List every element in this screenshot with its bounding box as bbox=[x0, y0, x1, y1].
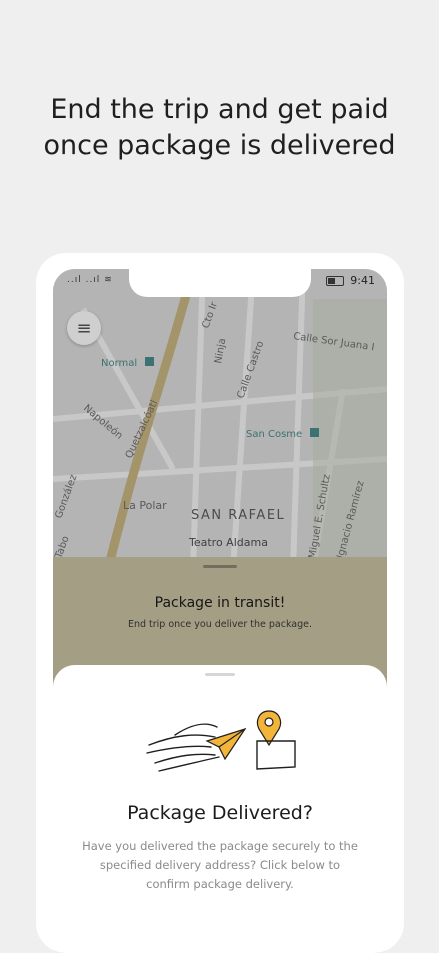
status-right: 9:41 bbox=[326, 274, 375, 287]
sheet-title: Package Delivered? bbox=[127, 802, 313, 824]
sheet-drag-handle[interactable] bbox=[205, 673, 235, 676]
signal-icon: ..ıl ..ıl bbox=[67, 275, 101, 285]
hamburger-icon: ≡ bbox=[76, 317, 92, 339]
phone-screen: ..ıl ..ıl ≋ 9:41 Normal San Cosme La Pol… bbox=[53, 269, 387, 953]
map-view[interactable]: Normal San Cosme La Polar SAN RAFAEL Tea… bbox=[53, 269, 387, 569]
transit-subtitle: End trip once you deliver the package. bbox=[127, 619, 313, 630]
map-canvas[interactable]: Normal San Cosme La Polar SAN RAFAEL Tea… bbox=[53, 269, 387, 569]
delivery-confirm-sheet: Package Delivered? Have you delivered th… bbox=[53, 665, 387, 953]
wifi-icon: ≋ bbox=[104, 275, 113, 285]
promo-headline-line-2: once package is delivered bbox=[43, 130, 396, 161]
map-label-normal: Normal bbox=[101, 358, 137, 369]
menu-button[interactable]: ≡ bbox=[67, 311, 101, 345]
transit-panel-handle[interactable] bbox=[203, 565, 237, 568]
paper-plane-delivery-illustration bbox=[146, 710, 296, 772]
map-label-neighborhood: SAN RAFAEL bbox=[191, 508, 285, 523]
map-label-la-polar: La Polar bbox=[123, 499, 167, 512]
map-label-san-cosme: San Cosme bbox=[246, 429, 302, 440]
battery-icon bbox=[326, 275, 345, 286]
map-label-teatro: Teatro Aldama bbox=[188, 536, 268, 549]
phone-notch bbox=[129, 269, 311, 297]
signal-status: ..ıl ..ıl ≋ bbox=[67, 275, 113, 285]
sheet-body: Have you delivered the package securely … bbox=[82, 839, 358, 891]
metro-icon bbox=[310, 428, 319, 437]
phone-frame: ..ıl ..ıl ≋ 9:41 Normal San Cosme La Pol… bbox=[36, 253, 404, 953]
metro-icon bbox=[145, 357, 154, 366]
promo-headline: End the trip and get paid once package i… bbox=[0, 92, 439, 164]
promo-headline-line-1: End the trip and get paid bbox=[50, 94, 389, 125]
status-time: 9:41 bbox=[350, 274, 375, 287]
transit-title: Package in transit! bbox=[154, 595, 286, 611]
